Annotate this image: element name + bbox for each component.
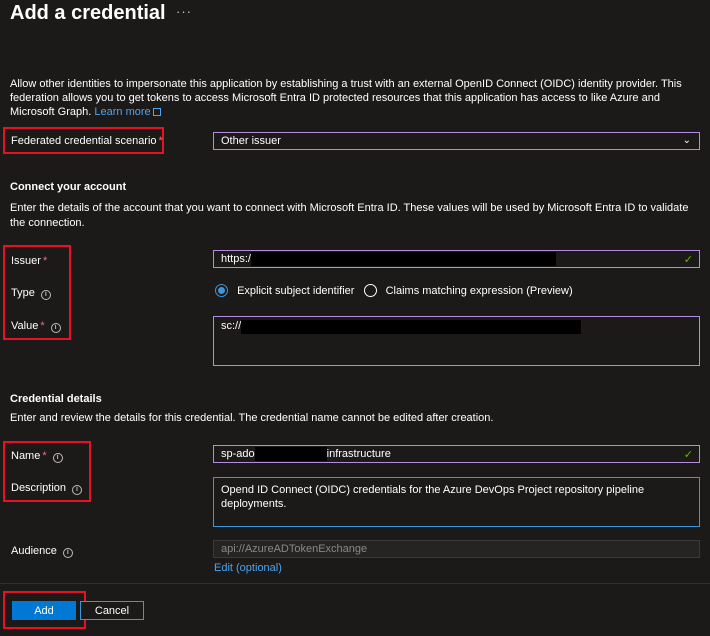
value-textarea[interactable]: sc:// [213, 316, 700, 366]
external-link-icon [152, 108, 161, 116]
info-icon[interactable]: i [72, 485, 83, 495]
page-title: Add a credential [10, 2, 166, 24]
radio-explicit-subject[interactable] [215, 284, 228, 297]
description-label-text: Description [11, 482, 67, 494]
valid-check-icon: ✓ [683, 449, 693, 461]
learn-more-link[interactable]: Learn more [94, 106, 150, 118]
footer-divider [0, 583, 710, 584]
description-value: Opend ID Connect (OIDC) credentials for … [221, 484, 645, 510]
connect-description: Enter the details of the account that yo… [10, 202, 689, 229]
issuer-value: https:/ [221, 253, 251, 265]
value-label: Value * i [11, 320, 61, 333]
audience-value: api://AzureADTokenExchange [221, 543, 368, 555]
info-icon[interactable]: i [50, 323, 61, 333]
credential-heading: Credential details [10, 393, 102, 405]
connect-heading: Connect your account [10, 181, 127, 193]
value-text: sc:// [221, 320, 242, 332]
required-marker: * [42, 450, 47, 462]
radio-explicit-subject-label[interactable]: Explicit subject identifier [237, 285, 354, 297]
audience-label: Audience i [11, 545, 73, 558]
info-icon[interactable]: i [62, 548, 73, 558]
redacted-block [250, 252, 556, 266]
audience-edit-link[interactable]: Edit (optional) [214, 562, 282, 574]
chevron-down-icon: ⌄ [682, 135, 691, 146]
radio-claims-matching-label[interactable]: Claims matching expression (Preview) [386, 285, 573, 297]
name-value-prefix: sp-ado [221, 448, 255, 460]
value-label-text: Value [11, 320, 39, 332]
required-marker: * [42, 255, 48, 267]
description-textarea[interactable]: Opend ID Connect (OIDC) credentials for … [213, 477, 700, 527]
description-label: Description i [11, 482, 83, 495]
scenario-label: Federated credential scenario * [11, 135, 163, 147]
audience-input: api://AzureADTokenExchange [213, 540, 700, 558]
credential-description: Enter and review the details for this cr… [10, 412, 494, 424]
more-options-icon[interactable]: ··· [176, 4, 192, 19]
scenario-label-text: Federated credential scenario [11, 135, 157, 147]
type-label-text: Type [11, 287, 35, 299]
issuer-label-text: Issuer [11, 255, 41, 267]
scenario-selected-value: Other issuer [221, 135, 281, 147]
required-marker: * [40, 320, 45, 332]
name-label-text: Name [11, 450, 41, 462]
required-marker: * [158, 135, 163, 147]
info-icon[interactable]: i [40, 290, 51, 300]
audience-label-text: Audience [11, 545, 57, 557]
issuer-input[interactable]: https:/ ✓ [213, 250, 700, 268]
issuer-label: Issuer * [11, 255, 47, 267]
cancel-button[interactable]: Cancel [80, 601, 144, 620]
name-value-suffix: infrastructure [326, 448, 391, 460]
redacted-block [241, 320, 582, 334]
type-radio-group: Explicit subject identifier Claims match… [215, 284, 573, 297]
intro-text: Allow other identities to impersonate th… [10, 77, 700, 119]
type-label: Type i [11, 287, 51, 300]
info-icon[interactable]: i [52, 453, 63, 463]
redacted-block [254, 447, 327, 461]
radio-claims-matching[interactable] [363, 284, 377, 297]
add-button[interactable]: Add [12, 601, 76, 620]
valid-check-icon: ✓ [683, 254, 693, 266]
name-input[interactable]: sp-ado infrastructure ✓ [213, 445, 700, 463]
scenario-dropdown[interactable]: Other issuer ⌄ [213, 132, 700, 150]
name-label: Name * i [11, 450, 63, 463]
